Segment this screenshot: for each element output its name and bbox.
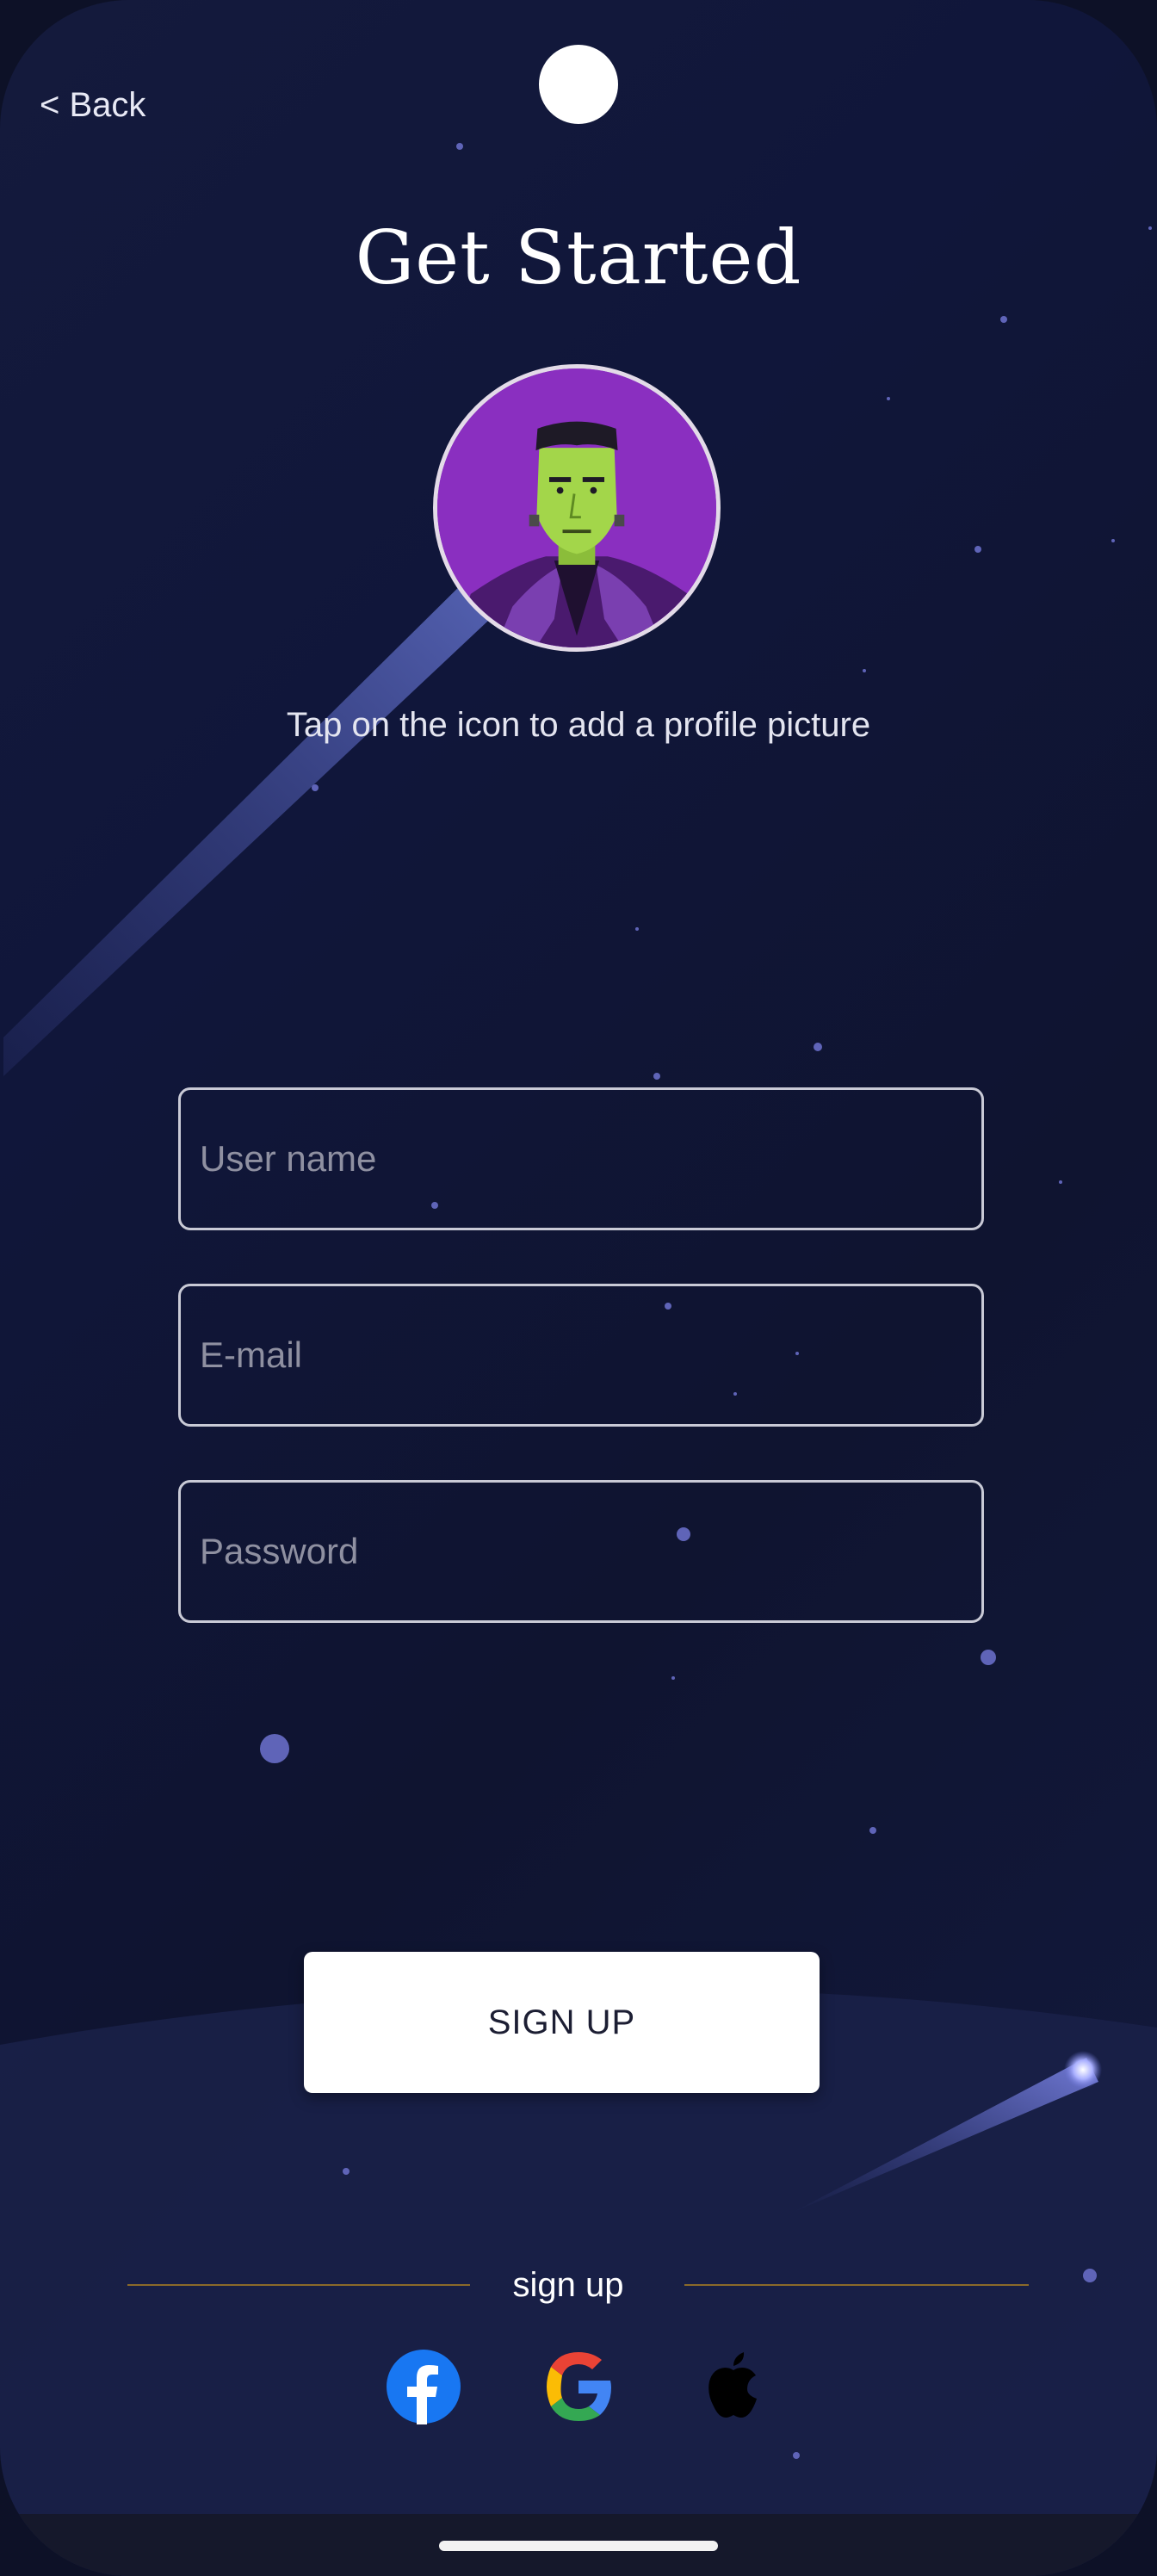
home-indicator[interactable] (439, 2541, 718, 2551)
password-field[interactable] (178, 1480, 984, 1623)
apple-icon (708, 2352, 757, 2418)
profile-picture-hint: Tap on the icon to add a profile picture (286, 706, 871, 744)
facebook-icon (387, 2350, 461, 2424)
email-input[interactable] (181, 1286, 981, 1424)
profile-picture-button[interactable] (433, 364, 721, 652)
google-signup-button[interactable] (541, 2349, 616, 2424)
camera-cutout (539, 45, 618, 124)
username-input[interactable] (181, 1090, 981, 1228)
facebook-signup-button[interactable] (386, 2349, 461, 2424)
app-screen: < Back Get Started Tap on the icon to ad… (0, 0, 1157, 2576)
back-button[interactable]: < Back (40, 86, 145, 125)
password-input[interactable] (181, 1483, 981, 1620)
social-divider-label: sign up (512, 2266, 624, 2304)
username-field[interactable] (178, 1087, 984, 1230)
divider-left (127, 2284, 470, 2286)
divider-right (684, 2284, 1029, 2286)
apple-signup-button[interactable] (696, 2349, 771, 2424)
sign-up-button[interactable]: SIGN UP (304, 1952, 820, 2093)
email-field[interactable] (178, 1284, 984, 1427)
google-icon (547, 2352, 611, 2421)
frankenstein-avatar-icon (437, 368, 716, 647)
page-title: Get Started (355, 215, 802, 301)
